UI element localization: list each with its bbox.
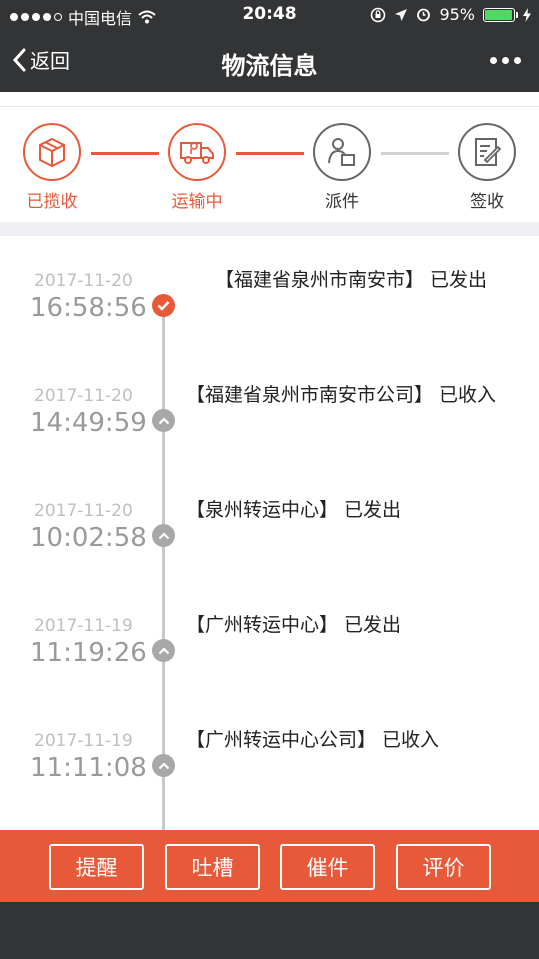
entry-date: 2017-11-20 [34,271,133,291]
step-connector [236,152,304,155]
complain-button[interactable]: 吐槽 [165,844,260,890]
entry-date: 2017-11-19 [34,616,133,636]
nav-bar: 返回 物流信息 [0,30,539,92]
step-collected: 已揽收 [12,123,92,212]
step-label: 签收 [470,192,504,212]
timeline-entry: 2017-11-20 14:49:59 【福建省泉州市南安市公司】 已收入 [0,381,539,491]
entry-time: 10:02:58 [30,523,147,553]
page-title: 物流信息 [221,52,318,80]
step-in-transit: 运输中 [157,123,237,212]
rotation-lock-icon [371,7,386,22]
top-bar: 中国电信 20:48 95% 返回 物流信息 [0,0,539,92]
timeline-entry: 2017-11-19 11:19:26 【广州转运中心】 已发出 [0,611,539,721]
entry-text: 【广州转运中心公司】 已收入 [186,729,440,751]
entry-date: 2017-11-20 [34,386,133,406]
timeline-entry: 2017-11-20 16:58:56 【福建省泉州市南安市】 已发出 [0,266,539,376]
entry-date: 2017-11-20 [34,501,133,521]
entry-date: 2017-11-19 [34,731,133,751]
chevron-up-icon [152,754,175,777]
status-bar: 中国电信 20:48 95% [0,0,539,30]
action-bar: 提醒 吐槽 催件 评价 [0,830,539,902]
truck-icon [180,142,214,164]
step-signed: 签收 [447,123,527,212]
timeline-entry: 2017-11-20 10:02:58 【泉州转运中心】 已发出 [0,496,539,606]
check-icon [152,294,175,317]
chevron-up-icon [152,524,175,547]
step-connector [91,152,159,155]
battery-icon [483,7,518,22]
more-dots-icon[interactable] [490,57,521,64]
courier-icon [328,138,355,166]
chevron-up-icon [152,639,175,662]
section-divider [0,222,539,236]
alarm-icon [417,8,431,22]
entry-text: 【泉州转运中心】 已发出 [186,499,402,521]
urge-button[interactable]: 催件 [280,844,375,890]
step-label: 派件 [325,192,359,212]
delivery-progress: 已揽收 运输中 派件 签收 [0,106,539,222]
timeline-entry: 2017-11-19 11:11:08 【广州转运中心公司】 已收入 [0,726,539,830]
entry-text: 【福建省泉州市南安市公司】 已收入 [186,384,497,406]
bottom-toolbar [0,902,539,959]
remind-button[interactable]: 提醒 [49,844,144,890]
entry-text: 【福建省泉州市南安市】 已发出 [215,269,488,291]
step-dispatch: 派件 [302,123,382,212]
status-right: 95% [370,5,531,24]
entry-time: 11:19:26 [30,638,147,668]
package-icon [39,137,65,168]
entry-time: 16:58:56 [30,293,147,323]
chevron-up-icon [152,409,175,432]
charging-bolt-icon [523,7,531,22]
tracking-timeline: 2017-11-20 16:58:56 【福建省泉州市南安市】 已发出 2017… [0,236,539,830]
review-button[interactable]: 评价 [396,844,491,890]
step-label: 已揽收 [26,192,78,212]
step-connector [381,152,449,155]
location-arrow-icon [395,8,408,21]
entry-time: 11:11:08 [30,753,147,783]
entry-text: 【广州转运中心】 已发出 [186,614,402,636]
battery-percent: 95% [439,5,475,24]
sign-doc-icon [475,138,502,166]
entry-time: 14:49:59 [30,408,147,438]
step-label: 运输中 [171,192,223,212]
